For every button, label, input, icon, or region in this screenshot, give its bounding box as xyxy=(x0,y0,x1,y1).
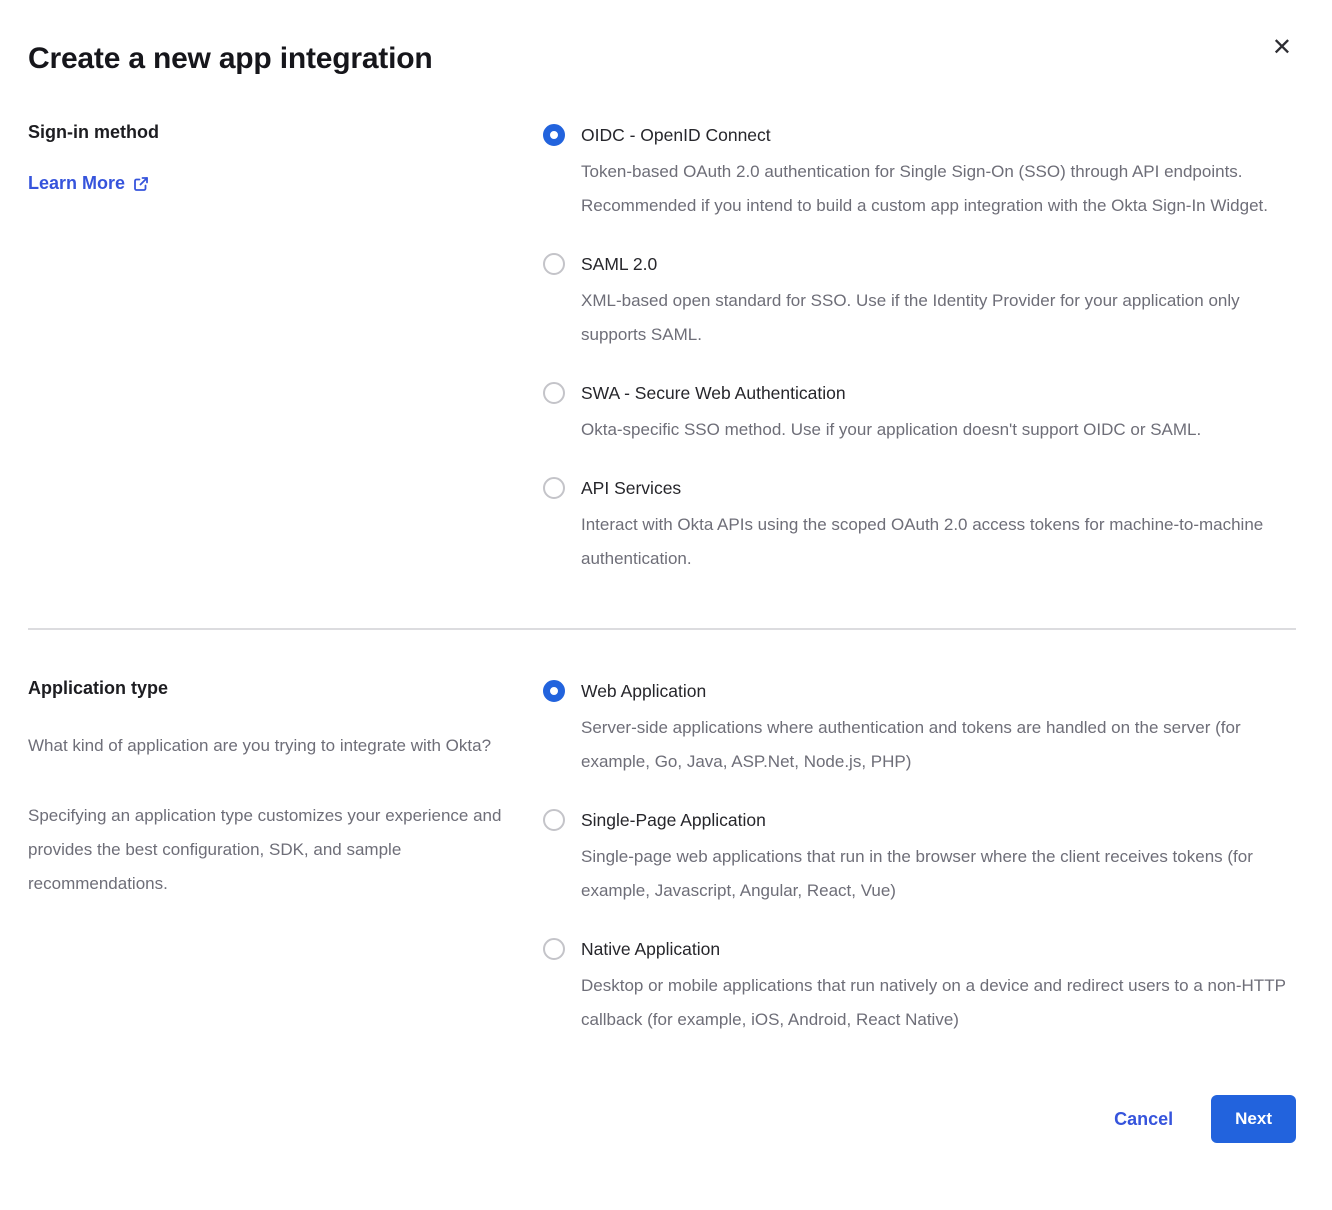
radio-option-swa[interactable]: SWA - Secure Web Authentication Okta-spe… xyxy=(543,380,1296,447)
close-icon[interactable]: ✕ xyxy=(1272,36,1292,60)
external-link-icon xyxy=(133,176,149,192)
option-description-single-page-application: Single-page web applications that run in… xyxy=(581,840,1296,908)
radio-option-saml[interactable]: SAML 2.0 XML-based open standard for SSO… xyxy=(543,251,1296,352)
radio-option-native-application[interactable]: Native Application Desktop or mobile app… xyxy=(543,936,1296,1037)
option-text: API Services Interact with Okta APIs usi… xyxy=(581,475,1296,576)
radio-unselected-icon[interactable] xyxy=(543,253,565,275)
option-text: Web Application Server-side applications… xyxy=(581,678,1296,779)
option-description-api-services: Interact with Okta APIs using the scoped… xyxy=(581,508,1296,576)
option-label-web-application: Web Application xyxy=(581,678,1296,704)
option-description-native-application: Desktop or mobile applications that run … xyxy=(581,969,1296,1037)
radio-option-api-services[interactable]: API Services Interact with Okta APIs usi… xyxy=(543,475,1296,576)
dialog-title: Create a new app integration xyxy=(28,42,1296,76)
radio-option-single-page-application[interactable]: Single-Page Application Single-page web … xyxy=(543,807,1296,908)
option-label-single-page-application: Single-Page Application xyxy=(581,807,1296,833)
radio-selected-icon[interactable] xyxy=(543,680,565,702)
option-label-oidc: OIDC - OpenID Connect xyxy=(581,122,1296,148)
signin-method-label: Sign-in method xyxy=(28,122,543,143)
option-label-api-services: API Services xyxy=(581,475,1296,501)
option-text: Native Application Desktop or mobile app… xyxy=(581,936,1296,1037)
radio-unselected-icon[interactable] xyxy=(543,809,565,831)
option-text: SAML 2.0 XML-based open standard for SSO… xyxy=(581,251,1296,352)
option-description-saml: XML-based open standard for SSO. Use if … xyxy=(581,284,1296,352)
create-app-integration-dialog: ✕ Create a new app integration Sign-in m… xyxy=(0,0,1332,1189)
option-description-swa: Okta-specific SSO method. Use if your ap… xyxy=(581,413,1201,447)
option-text: SWA - Secure Web Authentication Okta-spe… xyxy=(581,380,1201,447)
section-divider xyxy=(28,628,1296,630)
radio-selected-icon[interactable] xyxy=(543,124,565,146)
option-description-oidc: Token-based OAuth 2.0 authentication for… xyxy=(581,155,1296,223)
radio-unselected-icon[interactable] xyxy=(543,382,565,404)
option-text: OIDC - OpenID Connect Token-based OAuth … xyxy=(581,122,1296,223)
option-label-swa: SWA - Secure Web Authentication xyxy=(581,380,1201,406)
option-text: Single-Page Application Single-page web … xyxy=(581,807,1296,908)
learn-more-link[interactable]: Learn More xyxy=(28,173,149,194)
application-type-label: Application type xyxy=(28,678,543,699)
application-type-section: Application type What kind of applicatio… xyxy=(28,678,1296,1065)
next-button[interactable]: Next xyxy=(1211,1095,1296,1143)
radio-unselected-icon[interactable] xyxy=(543,938,565,960)
learn-more-label: Learn More xyxy=(28,173,125,194)
application-type-paragraph-1: What kind of application are you trying … xyxy=(28,729,508,763)
radio-unselected-icon[interactable] xyxy=(543,477,565,499)
application-type-left-column: Application type What kind of applicatio… xyxy=(28,678,543,937)
signin-method-section: Sign-in method Learn More OIDC - OpenID … xyxy=(28,122,1296,604)
application-type-paragraph-2: Specifying an application type customize… xyxy=(28,799,508,901)
signin-method-left-column: Sign-in method Learn More xyxy=(28,122,543,194)
option-description-web-application: Server-side applications where authentic… xyxy=(581,711,1296,779)
option-label-native-application: Native Application xyxy=(581,936,1296,962)
radio-option-web-application[interactable]: Web Application Server-side applications… xyxy=(543,678,1296,779)
cancel-button[interactable]: Cancel xyxy=(1114,1109,1173,1130)
application-type-options: Web Application Server-side applications… xyxy=(543,678,1296,1065)
signin-method-options: OIDC - OpenID Connect Token-based OAuth … xyxy=(543,122,1296,604)
radio-option-oidc[interactable]: OIDC - OpenID Connect Token-based OAuth … xyxy=(543,122,1296,223)
dialog-footer: Cancel Next xyxy=(28,1065,1296,1189)
option-label-saml: SAML 2.0 xyxy=(581,251,1296,277)
